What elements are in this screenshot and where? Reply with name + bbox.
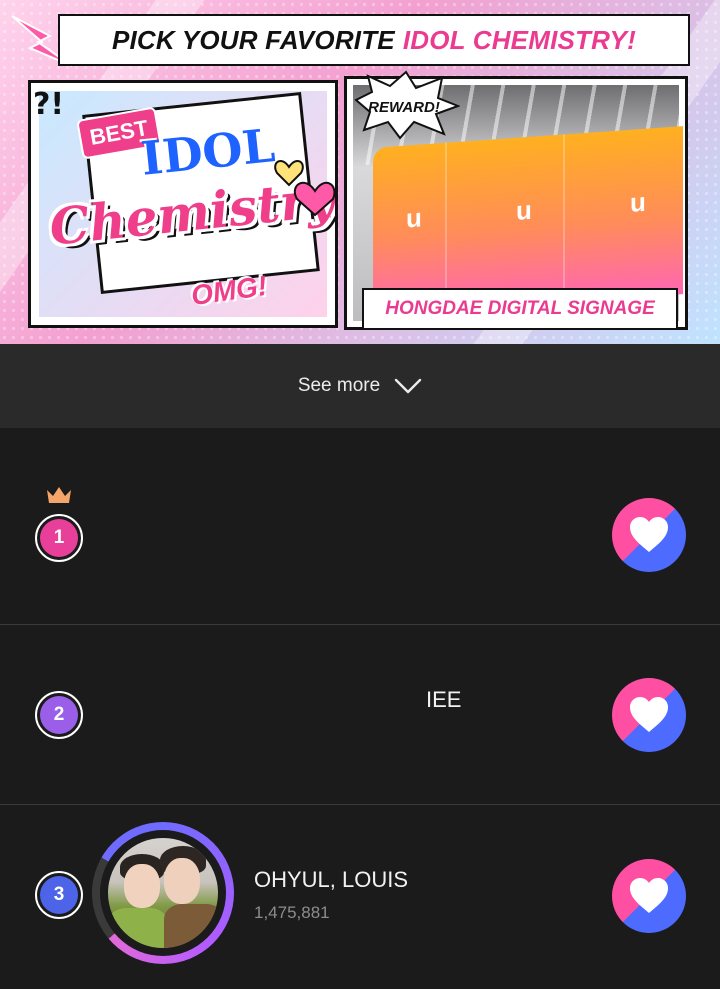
question-mark-text: ?! (33, 87, 65, 122)
ranking-row-2[interactable]: 2 IEE (0, 625, 720, 805)
chevron-down-icon (394, 378, 422, 394)
screen-seam (445, 142, 447, 311)
idol-chemistry-panel: ?! BEST IDOL Chemistry OMG! (28, 80, 338, 328)
avatar-figure (164, 904, 218, 948)
crown-icon (47, 487, 71, 503)
heart-icon (630, 878, 668, 913)
reward-text: REWARD! (368, 99, 440, 116)
rank-number: 2 (40, 696, 78, 734)
vote-button-3[interactable] (612, 859, 686, 933)
screen-logo-icon: u (516, 194, 532, 226)
vote-button-1[interactable] (612, 498, 686, 572)
banner-title-part1: PICK YOUR FAVORITE (111, 24, 395, 55)
page: PICK YOUR FAVORITE IDOL CHEMISTRY! ?! BE… (0, 0, 720, 989)
screen-logo-icon: u (630, 186, 646, 218)
see-more-button[interactable]: See more (0, 344, 720, 428)
avatar-figure (108, 908, 168, 948)
see-more-label: See more (297, 375, 381, 396)
vote-count: 1,475,881 (254, 903, 330, 922)
event-banner[interactable]: PICK YOUR FAVORITE IDOL CHEMISTRY! ?! BE… (0, 0, 720, 344)
avatar (108, 838, 218, 948)
vote-button-2[interactable] (612, 678, 686, 752)
rank-badge-1: 1 (35, 514, 83, 562)
signage-label: HONGDAE DIGITAL SIGNAGE (362, 288, 678, 330)
screen-logo-icon: u (406, 202, 422, 234)
rank-badge-3: 3 (35, 871, 83, 919)
avatar-figure (164, 858, 200, 904)
rank-number: 3 (40, 876, 78, 914)
banner-title: PICK YOUR FAVORITE IDOL CHEMISTRY! (58, 14, 690, 66)
candidate-name: OHYUL, LOUIS (254, 867, 409, 892)
rank-badge-2: 2 (35, 691, 83, 739)
ranking-row-1[interactable]: 1 (0, 428, 720, 625)
avatar-figure (124, 864, 160, 908)
avatar-ring-gap (100, 830, 226, 956)
banner-title-part2: IDOL CHEMISTRY! (402, 24, 637, 55)
candidate-name: IEE (426, 687, 462, 712)
candidate-avatar-ring[interactable] (92, 822, 234, 964)
heart-icon (630, 697, 668, 732)
heart-icon (630, 517, 668, 552)
reward-burst: REWARD! (354, 70, 460, 140)
rank-number: 1 (40, 519, 78, 557)
screen-seam (563, 134, 565, 303)
hearts-icon (274, 160, 335, 217)
